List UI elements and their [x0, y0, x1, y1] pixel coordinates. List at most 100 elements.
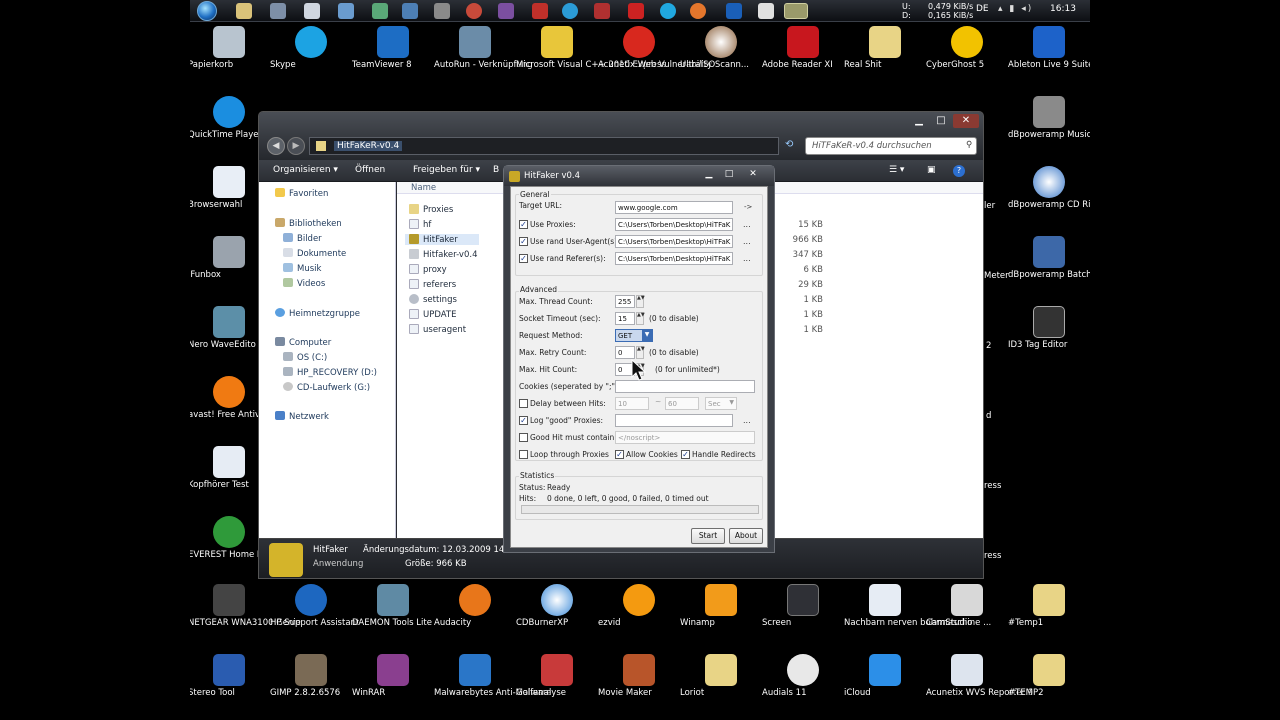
nav-hp-recovery[interactable]: HP_RECOVERY (D:)	[283, 367, 377, 378]
block-icon[interactable]	[466, 3, 482, 19]
acunetix-wvs-shortcut[interactable]: Acunetix WVS Reporter 9	[926, 654, 1033, 698]
golfanalyse-folder[interactable]: Golfanalyse	[516, 654, 598, 698]
start-button[interactable]: Start	[691, 528, 725, 544]
ezvid-shortcut[interactable]: ezvid	[598, 584, 680, 628]
nav-cd-laufwerk[interactable]: CD-Laufwerk (G:)	[283, 382, 370, 393]
headphones-icon[interactable]	[562, 3, 578, 19]
refresh-icon[interactable]: ⟲	[785, 139, 793, 150]
handle-redirects-checkbox[interactable]: ✓	[681, 450, 690, 459]
nav-dokumente[interactable]: Dokumente	[283, 248, 346, 259]
maximize-button[interactable]: □	[720, 169, 738, 181]
log-good-checkbox[interactable]: ✓	[519, 416, 528, 425]
document-icon[interactable]	[304, 3, 320, 19]
winrar-shortcut[interactable]: WinRAR	[352, 654, 434, 698]
log-good-browse-button[interactable]: ...	[743, 416, 751, 425]
explorer-icon[interactable]	[236, 3, 252, 19]
real-shit-folder[interactable]: Real Shit	[844, 26, 926, 70]
network-icon[interactable]	[372, 3, 388, 19]
msvc-shortcut[interactable]: Microsoft Visual C++ 2010 Express	[516, 26, 666, 70]
log-good-path-input[interactable]	[615, 414, 733, 427]
file-row[interactable]: Proxies	[409, 204, 453, 215]
nachbarn-file[interactable]: Nachbarn nerven bohrmaschine ...	[844, 584, 991, 628]
about-button[interactable]: About	[729, 528, 763, 544]
autorun-shortcut[interactable]: AutoRun - Verknüpfung	[434, 26, 533, 70]
nav-heimnetzgruppe[interactable]: Heimnetzgruppe	[275, 308, 360, 319]
delay-from-input[interactable]: 10	[615, 397, 649, 410]
file-row[interactable]: Hitfaker-v0.4	[409, 249, 477, 260]
rec-icon[interactable]	[628, 3, 644, 19]
rand-referer-checkbox[interactable]: ✓	[519, 254, 528, 263]
referer-path-input[interactable]: C:\Users\Torben\Desktop\HiTFaK	[615, 252, 733, 265]
remote-icon[interactable]	[402, 3, 418, 19]
forward-button[interactable]: ▶	[287, 137, 305, 155]
pdf-icon[interactable]	[532, 3, 548, 19]
help-icon[interactable]: ?	[953, 165, 965, 177]
delay-unit-select[interactable]: Sec ▼	[705, 397, 737, 410]
go-arrow[interactable]: ->	[744, 203, 752, 211]
temp2-folder[interactable]: #TEMP2	[1008, 654, 1090, 698]
minimize-button[interactable]: ▁	[909, 114, 929, 128]
temp1-folder[interactable]: #Temp1	[1008, 584, 1090, 628]
start-button[interactable]	[194, 0, 220, 22]
file-row[interactable]: proxy	[409, 264, 447, 275]
netgear-shortcut[interactable]: NETGEAR WNA3100 Genie	[190, 584, 301, 628]
clock[interactable]: 16:13	[1050, 4, 1076, 14]
address-bar[interactable]: HitFaKeR-v0.4	[309, 137, 779, 155]
audials-shortcut[interactable]: Audials 11	[762, 654, 844, 698]
language-indicator[interactable]: DE	[976, 4, 989, 14]
request-method-select[interactable]: GET ▼	[615, 329, 653, 342]
skype-tray-icon[interactable]	[660, 3, 676, 19]
gimp-shortcut[interactable]: GIMP 2.8.2.6576	[270, 654, 352, 698]
back-button[interactable]: ◀	[267, 137, 285, 155]
nav-favoriten[interactable]: Favoriten	[275, 188, 328, 199]
useragent-path-input[interactable]: C:\Users\Torben\Desktop\HiTFaK	[615, 235, 733, 248]
delay-checkbox[interactable]	[519, 399, 528, 408]
nav-videos[interactable]: Videos	[283, 278, 325, 289]
share-button[interactable]: Freigeben für ▾	[413, 165, 480, 175]
ultraiso-shortcut[interactable]: UltraISO	[680, 26, 762, 70]
cyberghost-shortcut[interactable]: CyberGhost 5	[926, 26, 1008, 70]
loop-proxies-checkbox[interactable]	[519, 450, 528, 459]
firefox-icon[interactable]	[690, 3, 706, 19]
malwarebytes-shortcut[interactable]: Malwarebytes Anti-Malware	[434, 654, 551, 698]
useragent-browse-button[interactable]: ...	[743, 237, 751, 246]
media-icon[interactable]	[498, 3, 514, 19]
socket-timeout-spinner[interactable]: ▲▼	[636, 312, 645, 325]
movie-maker-shortcut[interactable]: Movie Maker	[598, 654, 680, 698]
socket-timeout-input[interactable]: 15	[615, 312, 635, 325]
toolbar-truncated-button[interactable]: B	[493, 165, 499, 175]
nav-computer[interactable]: Computer	[275, 337, 331, 348]
loriot-folder[interactable]: Loriot	[680, 654, 762, 698]
teamviewer-shortcut[interactable]: TeamViewer 8	[352, 26, 434, 70]
delay-to-input[interactable]: 60	[665, 397, 699, 410]
proxies-browse-button[interactable]: ...	[743, 220, 751, 229]
acunetix-web-shortcut[interactable]: Acunetix Web Vulnerability Scann...	[598, 26, 749, 70]
tool-icon[interactable]	[434, 3, 450, 19]
hp-support-shortcut[interactable]: HP Support Assistant	[270, 584, 359, 628]
hitfaker-taskbar-icon[interactable]	[784, 3, 808, 19]
nav-os-c[interactable]: OS (C:)	[283, 352, 327, 363]
winamp-shortcut[interactable]: Winamp	[680, 584, 762, 628]
file-row[interactable]: hf	[409, 219, 431, 230]
file-row[interactable]: useragent	[409, 324, 466, 335]
nav-musik[interactable]: Musik	[283, 263, 321, 274]
proxies-path-input[interactable]: C:\Users\Torben\Desktop\HiTFaK	[615, 218, 733, 231]
cdburnerxp-shortcut[interactable]: CDBurnerXP	[516, 584, 598, 628]
file-row[interactable]: referers	[409, 279, 456, 290]
maximize-button[interactable]: □	[931, 114, 951, 128]
dbpoweramp-batch-shortcut[interactable]: dBpoweramp Batch Converter	[1008, 236, 1090, 280]
target-url-input[interactable]: www.google.com	[615, 201, 733, 214]
stereo-tool-shortcut[interactable]: Stereo Tool	[190, 654, 270, 698]
skype-shortcut[interactable]: Skype	[270, 26, 352, 70]
breadcrumb[interactable]: HitFaKeR-v0.4	[334, 141, 403, 151]
rand-useragent-checkbox[interactable]: ✓	[519, 237, 528, 246]
live-icon[interactable]	[726, 3, 742, 19]
minimize-button[interactable]: ▁	[700, 169, 718, 181]
dbpoweramp-cd-shortcut[interactable]: dBpoweramp CD Ripper	[1008, 166, 1090, 210]
console-icon[interactable]	[270, 3, 286, 19]
close-button[interactable]: ✕	[953, 114, 979, 128]
allow-cookies-checkbox[interactable]: ✓	[615, 450, 624, 459]
screen-shortcut[interactable]: Screen	[762, 584, 844, 628]
preview-pane-icon[interactable]: ▣	[927, 165, 936, 175]
nav-bilder[interactable]: Bilder	[283, 233, 322, 244]
